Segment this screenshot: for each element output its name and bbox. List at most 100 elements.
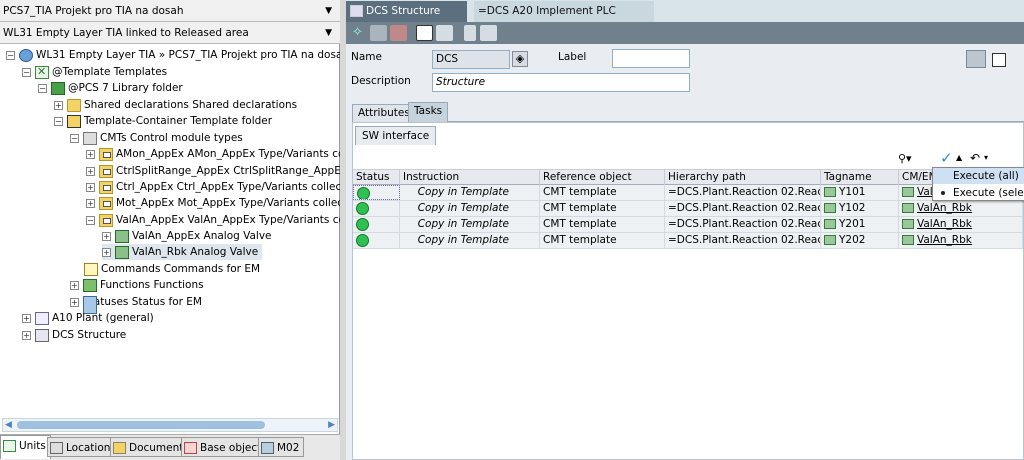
expand-icon[interactable]: + — [102, 247, 111, 257]
tree-node-wl31[interactable]: − WL31 Empty Layer TIA » PCS7_TIA Projekt… — [6, 47, 340, 63]
column-header-instruction[interactable]: Instruction — [400, 170, 540, 185]
tree-node-valan-appex[interactable]: + ValAn_AppEx Analog Valve — [102, 228, 272, 244]
tree-node-template[interactable]: −@Template Templates — [22, 64, 167, 80]
tag-icon — [824, 203, 836, 213]
column-header-tagname[interactable]: Tagname — [821, 170, 899, 185]
cmem-cell[interactable]: ValAn_Rbk — [899, 201, 1023, 216]
cmem-cell[interactable]: ValAn_Rbk — [899, 233, 1023, 248]
collapse-icon[interactable]: − — [6, 50, 15, 60]
tree-node-mot[interactable]: + Mot_AppEx Mot_AppEx Type/Variants colle… — [86, 195, 340, 211]
tree-node-amon[interactable]: +AMon_AppEx AMon_AppEx Type/Variants col… — [86, 146, 340, 162]
dropdown-arrow-icon[interactable]: ▾ — [984, 153, 988, 162]
cmem-cell[interactable]: ValAn_Rbk — [899, 217, 1023, 232]
database-icon[interactable] — [480, 25, 497, 41]
tab-sw-interface[interactable]: SW interface — [355, 126, 437, 145]
grid-header: Status Instruction Reference object Hier… — [353, 169, 1023, 185]
dropdown-arrow-icon[interactable]: ▼ — [325, 0, 332, 21]
expand-icon[interactable]: + — [22, 330, 31, 340]
tree-node-cmts[interactable]: − CMTs Control module types — [70, 130, 243, 146]
tree-node-commands[interactable]: Commands Commands for EM — [84, 261, 260, 277]
collapse-icon[interactable]: − — [70, 133, 79, 143]
tag-icon — [824, 235, 836, 245]
tab-units[interactable]: Units — [0, 435, 51, 459]
open-folder-icon[interactable] — [370, 25, 387, 41]
table-row[interactable]: Copy in Template CMT template =DCS.Plant… — [353, 185, 1023, 201]
expand-icon[interactable]: + — [102, 231, 111, 241]
execute-check-icon[interactable]: ✓ — [940, 149, 953, 167]
scrollbar-thumb[interactable] — [17, 421, 265, 429]
collapse-icon[interactable]: − — [22, 67, 31, 77]
expand-icon[interactable]: + — [86, 198, 95, 208]
list-icon[interactable] — [464, 25, 476, 41]
table-row[interactable]: Copy in Template CMT template =DCS.Plant… — [353, 217, 1023, 233]
column-header-reference[interactable]: Reference object — [540, 170, 665, 185]
filter-icon[interactable]: ⚲▾ — [898, 152, 912, 165]
tab-dcs-structure[interactable]: DCS Structure — [346, 1, 467, 22]
navigate-icon[interactable]: ✧ — [349, 25, 366, 41]
tree-node-ctrlsplitrange[interactable]: + CtrlSplitRange_AppEx CtrlSplitRange_App… — [86, 163, 340, 179]
label-field[interactable] — [612, 49, 690, 68]
tree-node-shared-declarations[interactable]: + Shared declarations Shared declarations — [54, 97, 297, 113]
tab-tasks[interactable]: Tasks — [408, 102, 449, 122]
tagname-cell: Y101 — [821, 185, 899, 200]
tree-node-template-container[interactable]: − Template-Container Template folder — [54, 113, 272, 129]
tree-node-dcs[interactable]: + DCS Structure — [22, 327, 126, 343]
collapse-icon[interactable]: − — [54, 116, 63, 126]
scroll-left-icon[interactable]: ◀ — [5, 419, 12, 431]
expand-icon[interactable]: + — [86, 182, 95, 192]
container-icon — [67, 114, 81, 128]
column-header-hierarchy[interactable]: Hierarchy path — [665, 170, 821, 185]
table-row[interactable]: Copy in Template CMT template =DCS.Plant… — [353, 233, 1023, 249]
dropdown-arrow-icon[interactable]: ▲ — [956, 153, 962, 162]
status-ok-icon — [357, 187, 370, 199]
valve-icon — [902, 235, 914, 245]
expand-icon[interactable]: + — [86, 149, 95, 159]
column-header-status[interactable]: Status — [353, 170, 400, 185]
expand-icon[interactable]: + — [70, 297, 79, 307]
layer-combo[interactable]: WL31 Empty Layer TIA linked to Released … — [0, 22, 340, 44]
expand-icon[interactable]: + — [22, 313, 31, 323]
name-field[interactable]: DCS — [432, 50, 510, 69]
tree-node-valan[interactable]: − ValAn_AppEx ValAn_AppEx Type/Variants c… — [86, 212, 340, 228]
expand-icon[interactable]: + — [86, 166, 95, 176]
tab-implement-plc[interactable]: =DCS A20 Implement PLC — [474, 1, 654, 22]
lock-icon[interactable] — [416, 25, 433, 41]
tree-horizontal-scrollbar[interactable]: ◀ ▶ — [2, 418, 338, 432]
expand-icon[interactable]: + — [54, 100, 63, 110]
tag-icon — [824, 219, 836, 229]
project-combo[interactable]: PCS7_TIA Projekt pro TIA na dosah ▼ — [0, 0, 340, 22]
document-tabbar: DCS Structure =DCS A20 Implement PLC — [346, 0, 1024, 22]
tree-node-statuses[interactable]: + Statuses Status for EM — [70, 294, 202, 314]
tree-node-ctrl[interactable]: + Ctrl_AppEx Ctrl_AppEx Type/Variants col… — [86, 179, 340, 195]
menu-item-execute-all[interactable]: Execute (all) — [933, 168, 1024, 184]
status-cell — [353, 217, 400, 232]
tree-node-a10[interactable]: + A10 Plant (general) — [22, 310, 154, 326]
cmt-folder-icon — [83, 131, 97, 145]
folder-icon — [67, 98, 81, 112]
dropdown-arrow-icon[interactable]: ▼ — [325, 22, 332, 43]
library-icon — [51, 81, 65, 95]
tree-node-pcs7[interactable]: − @PCS 7 Library folder — [38, 80, 183, 96]
table-row[interactable]: Copy in Template CMT template =DCS.Plant… — [353, 201, 1023, 217]
diamond-icon[interactable]: ◈ — [512, 51, 528, 67]
structure-icon — [350, 5, 363, 17]
tree-node-valan-rbk[interactable]: + ValAn_Rbk Analog Valve — [102, 244, 263, 260]
undo-icon[interactable]: ↶ — [970, 151, 980, 165]
collapse-icon[interactable]: − — [38, 83, 47, 93]
tree-node-functions[interactable]: + Functions Functions — [70, 277, 204, 293]
print-icon[interactable] — [966, 50, 986, 68]
reference-cell: CMT template — [540, 201, 665, 216]
window-icon[interactable] — [992, 53, 1006, 67]
template-icon — [35, 64, 49, 80]
tab-m02[interactable]: M02 — [258, 437, 305, 457]
unlock-icon[interactable] — [436, 25, 453, 41]
expand-icon[interactable]: + — [70, 280, 79, 290]
tab-attributes[interactable]: Attributes — [352, 104, 416, 122]
description-field[interactable]: Structure — [432, 73, 690, 92]
menu-item-execute-selected[interactable]: Execute (selected — [933, 185, 1024, 201]
grid-toolbar: ⚲▾ ✓ ▲ ↶ ▾ — [898, 149, 1023, 168]
link-icon[interactable] — [390, 25, 407, 41]
collapse-icon[interactable]: − — [86, 215, 95, 225]
units-icon — [3, 440, 16, 452]
scroll-right-icon[interactable]: ▶ — [328, 419, 335, 431]
